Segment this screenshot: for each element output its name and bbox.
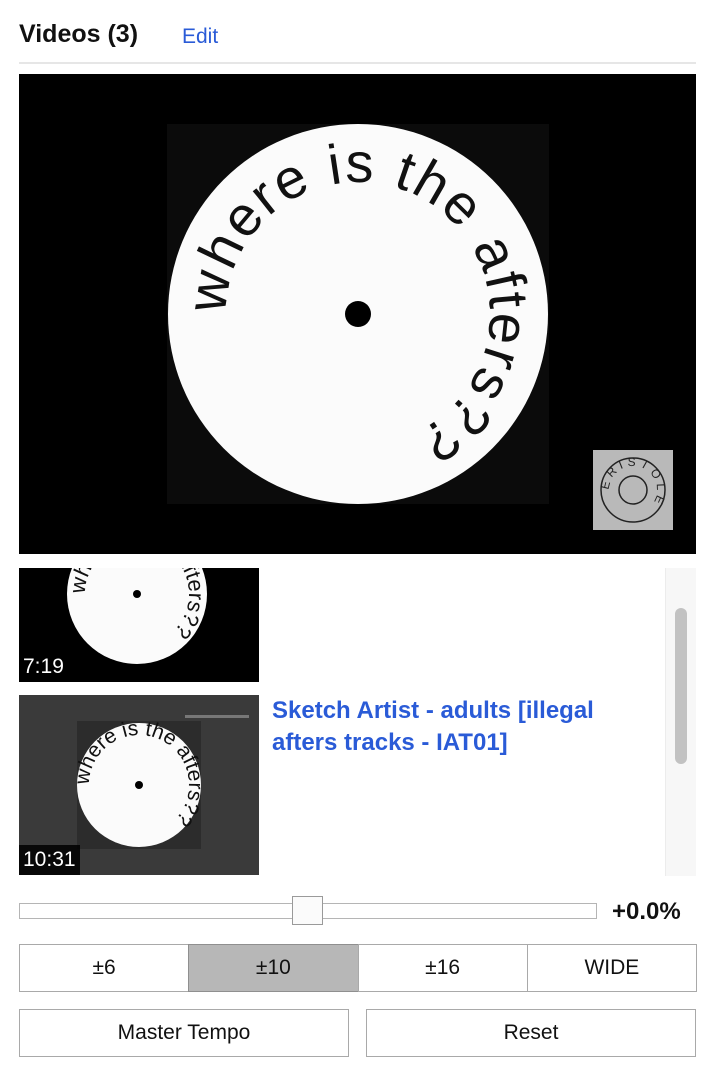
master-tempo-button[interactable]: Master Tempo [19, 1009, 349, 1057]
videos-header: Videos (3) Edit [19, 18, 696, 62]
range-button-16[interactable]: ±16 [357, 944, 528, 992]
tempo-actions: Master Tempo Reset [19, 1009, 696, 1057]
logo-text: ERISTOLE [598, 455, 665, 510]
scrollbar-thumb[interactable] [675, 608, 687, 764]
video-duration: 10:31 [19, 845, 80, 875]
header-divider [19, 62, 696, 64]
tempo-slider-handle[interactable] [291, 896, 323, 925]
range-button-10[interactable]: ±10 [188, 944, 359, 992]
video-player[interactable]: where is the afters?? ERISTOLE [19, 74, 696, 554]
video-thumbnail[interactable]: where is the afters?? 10:31 [19, 695, 259, 875]
list-scrollbar[interactable] [665, 568, 696, 876]
video-frame: where is the afters?? [167, 124, 549, 504]
video-list[interactable]: where is the afters?? 7:19 where is the … [19, 568, 696, 876]
record-label-art: where is the afters?? [168, 124, 548, 504]
channel-logo: ERISTOLE [593, 450, 673, 530]
range-button-wide[interactable]: WIDE [526, 944, 697, 992]
video-title-link[interactable]: Sketch Artist - adults [illegal afters t… [272, 695, 642, 759]
svg-text:ERISTOLE: ERISTOLE [598, 455, 669, 510]
tempo-range-selector: ±6 ±10 ±16 WIDE [19, 944, 697, 992]
list-item[interactable]: where is the afters?? 10:31 Sketch Artis… [19, 695, 659, 875]
video-duration: 7:19 [19, 652, 68, 682]
videos-title: Videos (3) [19, 20, 139, 48]
video-thumbnail[interactable]: where is the afters?? 7:19 [19, 568, 259, 682]
reset-button[interactable]: Reset [366, 1009, 696, 1057]
tempo-value: +0.0% [612, 898, 681, 925]
range-button-6[interactable]: ±6 [19, 944, 190, 992]
list-item[interactable]: where is the afters?? 7:19 [19, 568, 659, 682]
edit-link[interactable]: Edit [182, 25, 218, 49]
